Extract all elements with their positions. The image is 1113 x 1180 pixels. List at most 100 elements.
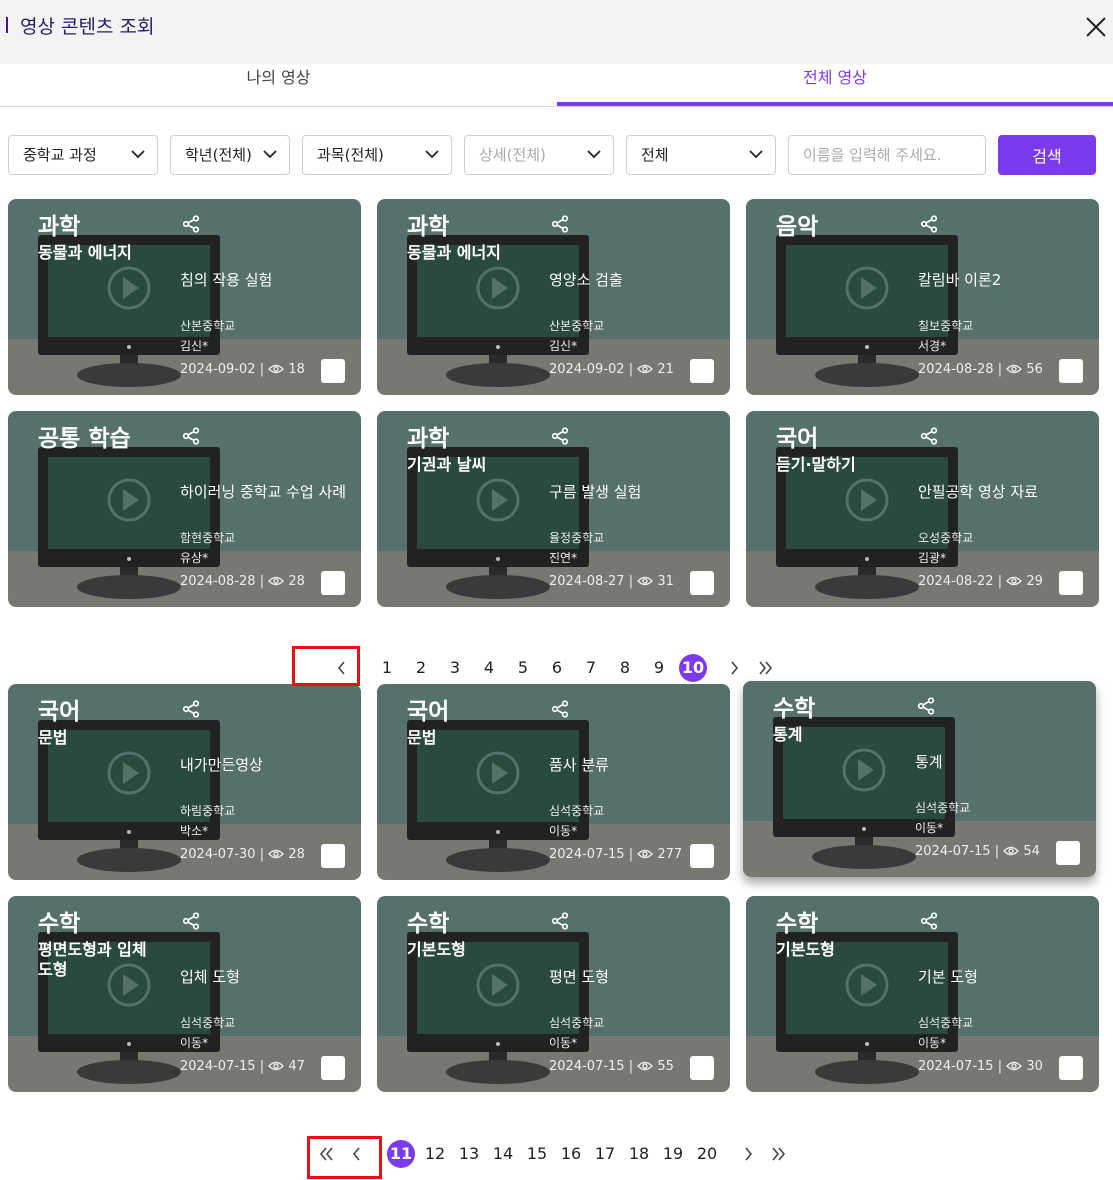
page-number[interactable]: 10 — [679, 654, 707, 682]
card-checkbox[interactable] — [690, 844, 714, 868]
card-date: 2024-08-28 — [180, 574, 256, 589]
card-video-title: 통계 — [915, 753, 943, 771]
scope-select[interactable]: 전체 — [626, 135, 776, 175]
page-number[interactable]: 2 — [407, 654, 435, 682]
next-page-icon[interactable] — [722, 654, 746, 682]
page-number[interactable]: 9 — [645, 654, 673, 682]
card-video-title: 입체 도형 — [180, 968, 240, 986]
card-school: 율정중학교 — [549, 531, 605, 545]
video-card[interactable]: 수학 통계 통계 심석중학교 이동* 2024-07-15 | 54 — [743, 681, 1096, 877]
share-icon[interactable] — [920, 912, 938, 930]
page-number[interactable]: 11 — [387, 1140, 415, 1168]
highlight-box — [292, 646, 360, 686]
page-number[interactable]: 17 — [591, 1140, 619, 1168]
card-views: 29 — [1026, 574, 1043, 589]
share-icon[interactable] — [551, 427, 569, 445]
share-icon[interactable] — [182, 427, 200, 445]
page-number[interactable]: 8 — [611, 654, 639, 682]
card-checkbox[interactable] — [321, 844, 345, 868]
page-number[interactable]: 16 — [557, 1140, 585, 1168]
next-page-icon[interactable] — [736, 1140, 760, 1168]
grade-select[interactable]: 학년(전체) — [170, 135, 290, 175]
share-icon[interactable] — [551, 700, 569, 718]
subject-select[interactable]: 과목(전체) — [302, 135, 452, 175]
card-unit: 기권과 날씨 — [407, 455, 487, 474]
card-checkbox[interactable] — [1059, 1056, 1083, 1080]
pagination-2: 11 12 13 14 15 16 17 18 19 20 — [0, 1140, 1113, 1170]
card-checkbox[interactable] — [1059, 571, 1083, 595]
card-date: 2024-07-30 — [180, 847, 256, 862]
eye-icon — [1006, 364, 1023, 374]
card-video-title: 내가만든영상 — [180, 756, 263, 774]
search-button[interactable]: 검색 — [998, 135, 1096, 175]
card-school: 심석중학교 — [549, 804, 605, 818]
page-number[interactable]: 7 — [577, 654, 605, 682]
card-subject: 공통 학습 — [38, 426, 131, 452]
share-icon[interactable] — [182, 215, 200, 233]
share-icon[interactable] — [920, 215, 938, 233]
card-checkbox[interactable] — [1056, 841, 1080, 865]
page-number[interactable]: 13 — [455, 1140, 483, 1168]
video-card[interactable]: 국어 듣기·말하기 안필공학 영상 자료 오성중학교 김광* 2024-08-2… — [746, 411, 1099, 607]
card-checkbox[interactable] — [321, 1056, 345, 1080]
card-school: 산본중학교 — [549, 319, 605, 333]
page-number[interactable]: 5 — [509, 654, 537, 682]
meta-separator: | — [997, 574, 1007, 589]
video-card[interactable]: 과학 동물과 에너지 침의 작용 실험 산본중학교 김신* 2024-09-02… — [8, 199, 361, 395]
page-number[interactable]: 1 — [373, 654, 401, 682]
page-number[interactable]: 19 — [659, 1140, 687, 1168]
card-subject: 국어 — [776, 426, 819, 452]
card-checkbox[interactable] — [1059, 359, 1083, 383]
tab-my-videos[interactable]: 나의 영상 — [0, 64, 557, 106]
share-icon[interactable] — [182, 912, 200, 930]
card-views: 56 — [1026, 362, 1043, 377]
search-input[interactable] — [788, 135, 986, 175]
eye-icon — [268, 576, 285, 586]
card-checkbox[interactable] — [690, 359, 714, 383]
last-page-icon[interactable] — [752, 654, 776, 682]
video-card[interactable]: 국어 문법 품사 분류 심석중학교 이동* 2024-07-15 | 277 — [377, 684, 730, 880]
last-page-icon[interactable] — [765, 1140, 789, 1168]
video-card[interactable]: 수학 평면도형과 입체도형 입체 도형 심석중학교 이동* 2024-07-15… — [8, 896, 361, 1092]
course-select[interactable]: 중학교 과정 — [8, 135, 158, 175]
meta-separator: | — [259, 1059, 269, 1074]
page-number[interactable]: 18 — [625, 1140, 653, 1168]
detail-select-value: 상세(전체) — [479, 146, 546, 164]
video-card[interactable]: 수학 기본도형 기본 도형 심석중학교 이동* 2024-07-15 | 30 — [746, 896, 1099, 1092]
share-icon[interactable] — [917, 697, 935, 715]
page-number[interactable]: 20 — [693, 1140, 721, 1168]
card-meta: 2024-08-28 | 56 — [918, 362, 1043, 377]
card-date: 2024-09-02 — [549, 362, 625, 377]
video-card[interactable]: 국어 문법 내가만든영상 하림중학교 박소* 2024-07-30 | 28 — [8, 684, 361, 880]
share-icon[interactable] — [551, 215, 569, 233]
video-card[interactable]: 음악 칼림바 이론2 칠보중학교 서경* 2024-08-28 | 56 — [746, 199, 1099, 395]
page-number[interactable]: 15 — [523, 1140, 551, 1168]
video-card[interactable]: 과학 동물과 에너지 영양소 검출 산본중학교 김신* 2024-09-02 |… — [377, 199, 730, 395]
close-icon[interactable] — [1083, 14, 1109, 40]
card-checkbox[interactable] — [321, 571, 345, 595]
share-icon[interactable] — [920, 427, 938, 445]
eye-icon — [637, 364, 654, 374]
page-number[interactable]: 12 — [421, 1140, 449, 1168]
card-checkbox[interactable] — [321, 359, 345, 383]
eye-icon — [1003, 846, 1020, 856]
share-icon[interactable] — [182, 700, 200, 718]
page-number[interactable]: 3 — [441, 654, 469, 682]
card-unit: 문법 — [38, 728, 68, 747]
video-card[interactable]: 공통 학습 하이러닝 중학교 수업 사례 함현중학교 유상* 2024-08-2… — [8, 411, 361, 607]
video-card[interactable]: 과학 기권과 날씨 구름 발생 실험 율정중학교 진연* 2024-08-27 … — [377, 411, 730, 607]
detail-select[interactable]: 상세(전체) — [464, 135, 614, 175]
page-number[interactable]: 4 — [475, 654, 503, 682]
highlight-box — [307, 1136, 382, 1179]
page-number[interactable]: 14 — [489, 1140, 517, 1168]
meta-separator: | — [259, 362, 269, 377]
tab-all-videos[interactable]: 전체 영상 — [557, 64, 1113, 106]
card-subject: 수학 — [38, 911, 81, 937]
card-author: 이동* — [915, 821, 944, 835]
page-number[interactable]: 6 — [543, 654, 571, 682]
share-icon[interactable] — [551, 912, 569, 930]
video-card[interactable]: 수학 기본도형 평면 도형 심석중학교 이동* 2024-07-15 | 55 — [377, 896, 730, 1092]
meta-separator: | — [997, 362, 1007, 377]
card-checkbox[interactable] — [690, 1056, 714, 1080]
card-checkbox[interactable] — [690, 571, 714, 595]
